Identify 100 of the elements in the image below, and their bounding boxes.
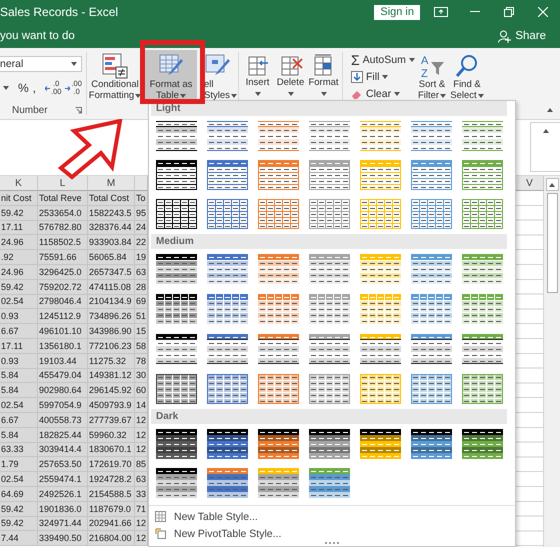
table-cell: 1901836.0 [38,502,88,517]
table-style-option[interactable] [256,467,301,500]
table-cell: 64.69 [0,486,38,502]
table-cell: 02.54 [0,398,38,413]
conditional-formatting-button[interactable]: Conditional Formatting [89,50,141,102]
scrollbar-thumb[interactable] [546,193,558,293]
dialog-launcher-icon[interactable] [75,106,82,114]
table-style-option[interactable] [460,373,505,406]
table-style-option[interactable] [460,293,505,326]
table-style-option[interactable] [460,159,505,192]
table-style-option[interactable] [256,333,301,366]
autosum-button[interactable]: Σ AutoSum [349,51,415,68]
table-style-option[interactable] [409,293,454,326]
tell-me-field[interactable]: you want to do [0,30,75,42]
table-style-option[interactable] [256,159,301,192]
table-style-option[interactable] [256,373,301,406]
percent-button[interactable]: % [17,82,30,94]
table-style-option[interactable] [205,333,250,366]
number-format-dropdown[interactable]: neral [0,56,82,72]
share-button[interactable]: Share [498,30,546,42]
table-style-option[interactable] [307,253,352,286]
table-style-option[interactable] [205,373,250,406]
find-select-button[interactable]: Find & Select [449,50,485,102]
sort-filter-button[interactable]: A Z Sort & Filter [415,50,449,102]
column-header[interactable]: V [516,176,544,191]
table-style-option[interactable] [307,120,352,153]
table-style-option[interactable] [358,120,403,153]
table-style-option[interactable] [409,428,454,461]
table-style-option[interactable] [307,159,352,192]
table-style-option[interactable] [154,333,199,366]
table-style-option[interactable] [307,467,352,500]
table-cell: 78 [135,354,148,369]
table-style-option[interactable] [256,120,301,153]
table-style-option[interactable] [256,198,301,231]
table-style-option[interactable] [460,428,505,461]
table-style-option[interactable] [205,159,250,192]
table-cell: 59.42 [0,516,38,532]
table-cell: 0.93 [0,354,38,369]
table-cell: 59.42 [0,280,38,295]
caret-icon [394,92,400,96]
table-cell: 328376.44 [88,220,135,236]
table-style-option[interactable] [154,293,199,326]
table-style-option[interactable] [205,253,250,286]
table-cell: 172619.70 [88,457,135,472]
table-style-option[interactable] [460,198,505,231]
table-style-option[interactable] [307,428,352,461]
table-style-option[interactable] [409,159,454,192]
column-header[interactable]: L [38,176,88,191]
table-cell: 400558.73 [38,412,88,428]
table-style-option[interactable] [358,159,403,192]
table-style-option[interactable] [205,428,250,461]
column-header[interactable]: K [0,176,38,191]
table-style-option[interactable] [205,198,250,231]
table-style-option[interactable] [460,253,505,286]
table-style-option[interactable] [358,428,403,461]
table-cell: 474115.08 [88,280,135,295]
table-style-option[interactable] [154,159,199,192]
table-style-option[interactable] [307,293,352,326]
table-style-option[interactable] [154,198,199,231]
table-style-option[interactable] [154,120,199,153]
table-style-option[interactable] [205,467,250,500]
vertical-scrollbar[interactable] [544,176,560,547]
resize-grip-icon[interactable] [325,542,339,545]
table-style-option[interactable] [358,293,403,326]
table-style-option[interactable] [358,198,403,231]
format-as-table-button[interactable]: Format as Table [145,50,197,102]
table-style-option[interactable] [154,428,199,461]
table-style-option[interactable] [307,373,352,406]
table-cell: 51 [135,309,148,324]
table-style-option[interactable] [205,120,250,153]
table-style-option[interactable] [409,198,454,231]
scroll-up-button[interactable] [546,178,558,191]
table-style-option[interactable] [409,333,454,366]
comma-button[interactable]: , [32,82,38,94]
table-style-option[interactable] [460,120,505,153]
sign-in-button[interactable]: Sign in [374,4,420,20]
fill-button[interactable]: Fill [349,68,415,85]
table-style-option[interactable] [256,428,301,461]
table-cell: 12 [135,531,148,546]
table-style-option[interactable] [154,373,199,406]
table-style-option[interactable] [154,253,199,286]
table-style-option[interactable] [358,253,403,286]
column-header[interactable]: M [88,176,135,191]
table-cell: 12 [135,516,148,532]
table-style-option[interactable] [307,198,352,231]
table-style-option[interactable] [358,333,403,366]
table-style-option[interactable] [409,373,454,406]
clear-button[interactable]: Clear [349,85,415,102]
table-cell: 933903.84 [88,235,135,250]
table-style-option[interactable] [154,467,199,500]
table-style-option[interactable] [307,333,352,366]
menu-item[interactable]: New Table Style... [149,508,258,525]
table-style-option[interactable] [205,293,250,326]
menu-item[interactable]: New PivotTable Style... [149,525,282,542]
table-style-option[interactable] [460,333,505,366]
table-style-option[interactable] [358,373,403,406]
table-style-option[interactable] [409,253,454,286]
table-style-option[interactable] [256,253,301,286]
table-style-option[interactable] [256,293,301,326]
table-style-option[interactable] [409,120,454,153]
